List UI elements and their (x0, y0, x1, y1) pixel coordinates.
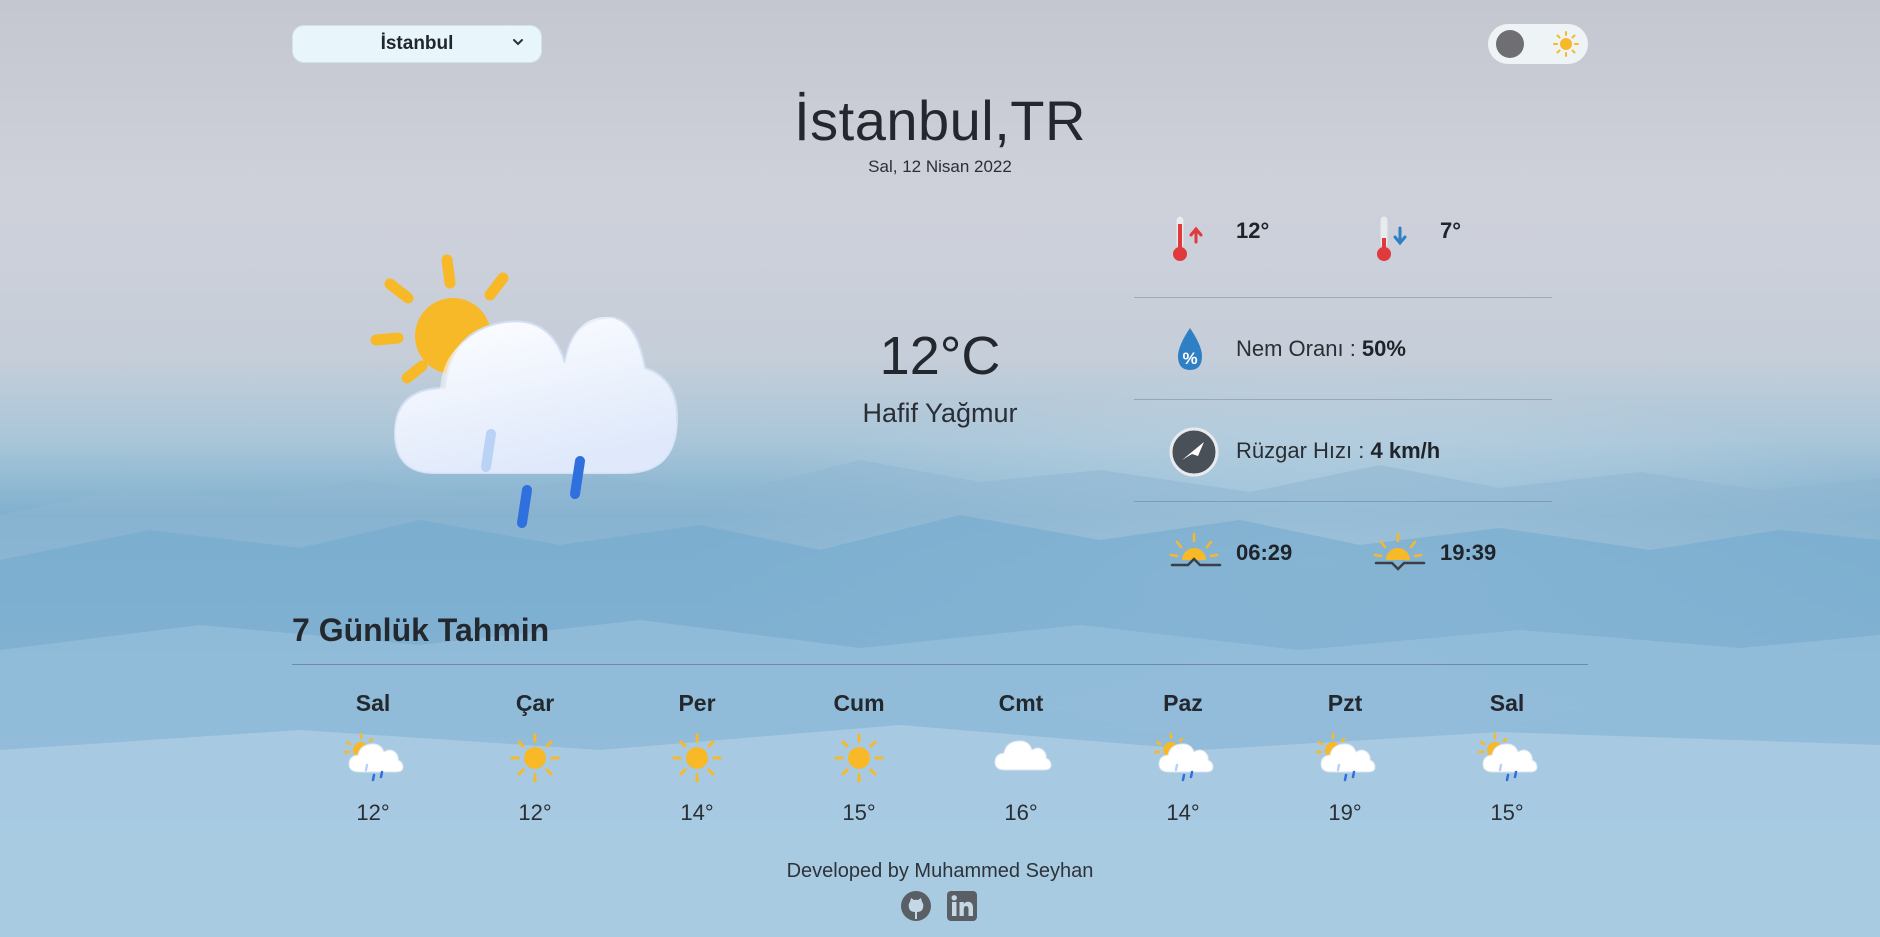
sun-times-row: 06:29 19:39 (1134, 502, 1552, 604)
humidity-value: 50% (1361, 336, 1406, 361)
forecast-day-name: Sal (1489, 690, 1525, 716)
github-icon[interactable] (900, 890, 932, 922)
thermometer-down-icon (1377, 215, 1407, 261)
chevron-down-icon (511, 35, 525, 52)
cloud-icon (994, 740, 1052, 771)
forecast-day-temp: 15° (842, 800, 876, 825)
sunrise-icon (1169, 532, 1222, 567)
sunset-icon (1373, 532, 1426, 571)
forecast-day: Çar 12° (454, 690, 616, 826)
humidity-drop-icon: % (1178, 328, 1202, 370)
forecast-day: Paz 14° (1102, 690, 1264, 826)
forecast-day-name: Paz (1163, 690, 1203, 716)
forecast-day: Sal 12° (292, 690, 454, 826)
forecast-day-name: Pzt (1327, 690, 1363, 716)
humidity-row: % Nem Oranı : 50% (1134, 298, 1552, 400)
forecast-day-temp: 19° (1328, 800, 1362, 825)
city-select[interactable]: İstanbul (292, 25, 542, 63)
sun-icon (834, 733, 884, 783)
wind-text: Rüzgar Hızı : 4 km/h (1236, 438, 1441, 463)
temperature-range-row: 12° 7° (1134, 196, 1552, 298)
sun-cloud-rain-icon (1153, 732, 1214, 782)
forecast-day-temp: 14° (680, 800, 714, 825)
sun-cloud-rain-icon (1477, 732, 1538, 782)
forecast-divider (292, 664, 1588, 665)
sun-cloud-rain-icon (1315, 732, 1376, 782)
current-date: Sal, 12 Nisan 2022 (868, 157, 1012, 176)
forecast-day-name: Çar (515, 690, 555, 716)
footer-credit: Developed by Muhammed Seyhan (786, 860, 1094, 882)
sunrise-time: 06:29 (1236, 540, 1293, 565)
forecast-day: Cmt 16° (940, 690, 1102, 826)
forecast-day-temp: 16° (1004, 800, 1038, 825)
forecast-list: Sal 12° Çar 12° Per 14° Cum 15° Cmt 16° Paz 14° Pzt 1… (292, 690, 1588, 826)
linkedin-icon[interactable] (946, 890, 978, 922)
current-temperature: 12°C (879, 326, 1001, 386)
thermometer-up-icon (1173, 215, 1203, 261)
forecast-day-name: Sal (355, 690, 391, 716)
sun-icon (1553, 31, 1579, 57)
forecast-day-name: Cum (833, 690, 885, 716)
forecast-day-temp: 12° (518, 800, 552, 825)
theme-toggle[interactable] (1488, 24, 1588, 64)
weather-details: 12° 7° % Nem Oranı : 50% Rüzgar Hızı : 4… (1134, 196, 1552, 604)
wind-row: Rüzgar Hızı : 4 km/h (1134, 400, 1552, 502)
wind-compass-icon (1169, 427, 1219, 477)
city-title: İstanbul,TR (794, 89, 1086, 152)
svg-text:%: % (1182, 349, 1197, 368)
toggle-knob (1496, 30, 1524, 58)
forecast-day-temp: 15° (1490, 800, 1524, 825)
sun-cloud-rain-icon (343, 732, 404, 782)
sunset-time: 19:39 (1440, 540, 1497, 565)
sun-icon (510, 733, 560, 783)
wind-value: 4 km/h (1370, 438, 1441, 463)
min-temperature: 7° (1440, 218, 1462, 243)
forecast-day: Pzt 19° (1264, 690, 1426, 826)
humidity-text: Nem Oranı : 50% (1236, 336, 1406, 361)
forecast-day-name: Per (678, 690, 716, 716)
forecast-day: Per 14° (616, 690, 778, 826)
forecast-day: Sal 15° (1426, 690, 1588, 826)
forecast-day-temp: 14° (1166, 800, 1200, 825)
sun-icon (672, 733, 722, 783)
city-select-value: İstanbul (380, 33, 454, 54)
forecast-day: Cum 15° (778, 690, 940, 826)
forecast-day-name: Cmt (998, 690, 1044, 716)
forecast-day-temp: 12° (356, 800, 390, 825)
current-description: Hafif Yağmur (862, 398, 1018, 428)
forecast-title: 7 Günlük Tahmin (292, 612, 550, 648)
sun-cloud-rain-icon (370, 254, 679, 528)
max-temperature: 12° (1236, 218, 1270, 243)
